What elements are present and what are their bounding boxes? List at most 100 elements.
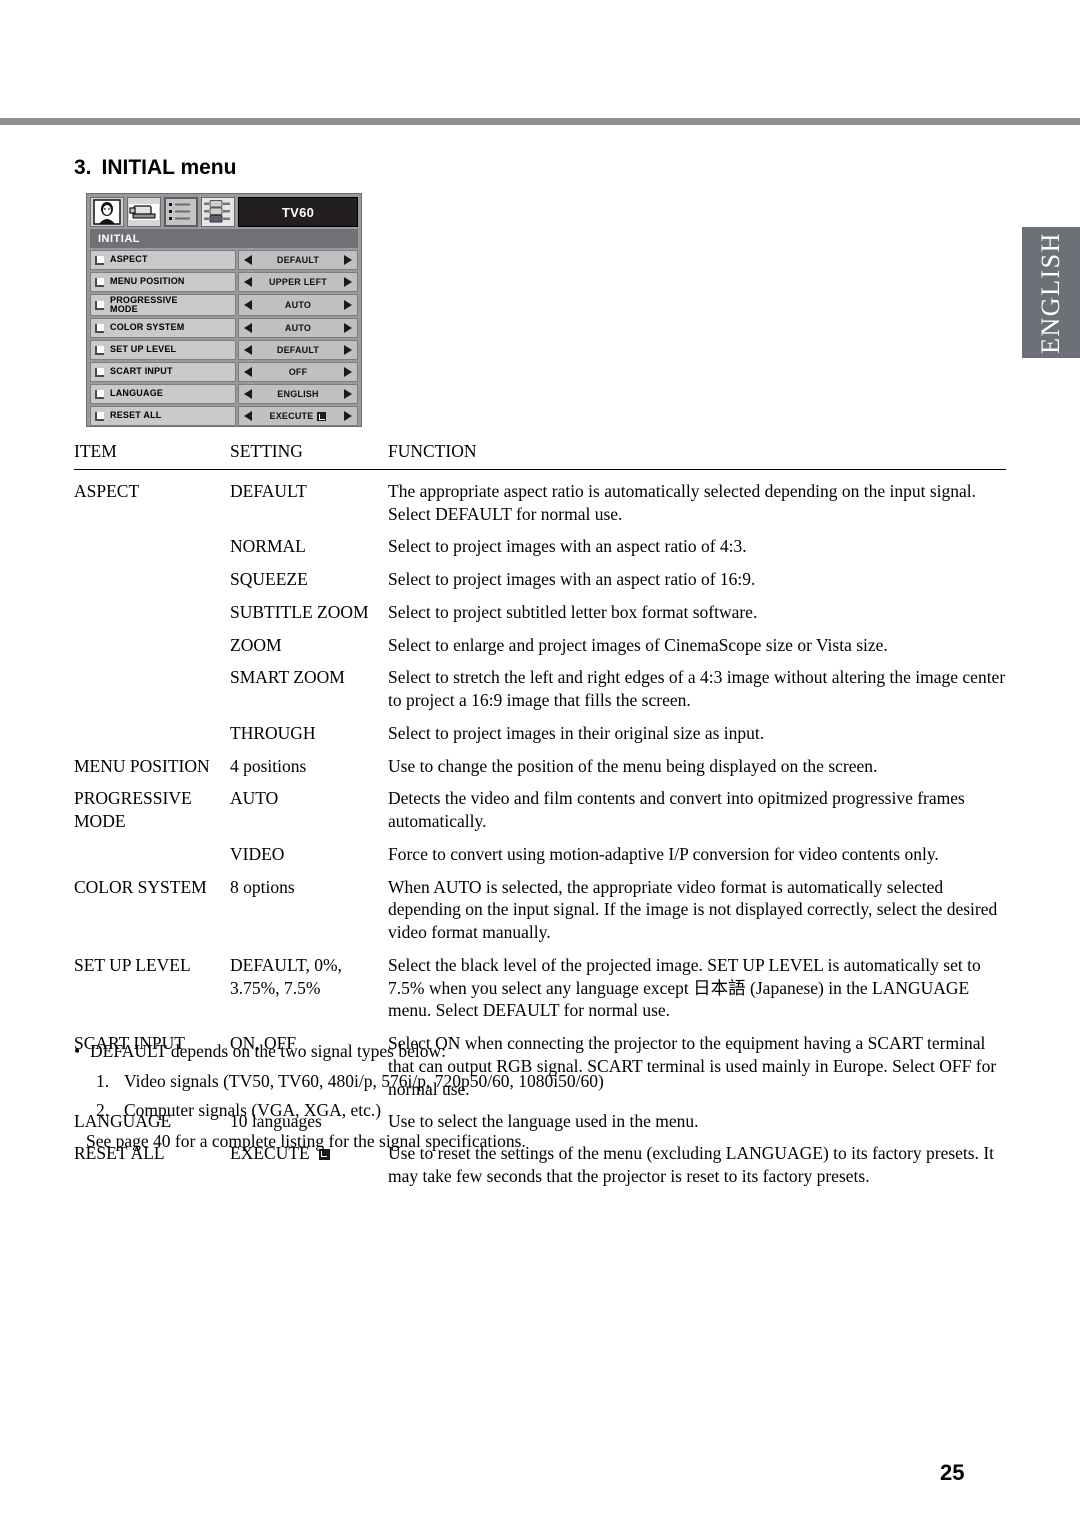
osd-row-value-wrap: EXECUTE — [252, 411, 344, 421]
table-row: SQUEEZE Select to project images with an… — [74, 558, 1006, 591]
menu-bullet-icon — [95, 277, 104, 287]
cell-item — [74, 558, 230, 591]
arrow-right-icon[interactable] — [344, 411, 352, 421]
cell-item — [74, 833, 230, 866]
arrow-right-icon[interactable] — [344, 345, 352, 355]
cell-function: Select the black level of the projected … — [388, 954, 981, 1021]
footnotes: • DEFAULT depends on the two signal type… — [74, 1038, 974, 1154]
osd-row-value-cell[interactable]: ENGLISH — [238, 384, 358, 404]
menu-bullet-icon — [95, 411, 104, 421]
menu-bullet-icon — [95, 300, 104, 310]
cell-function: Select to enlarge and project images of … — [388, 634, 888, 655]
footnote-tail: See page 40 for a complete listing for t… — [86, 1130, 526, 1151]
cell-item — [74, 712, 230, 745]
table-row: NORMAL Select to project images with an … — [74, 525, 1006, 558]
arrow-right-icon[interactable] — [344, 277, 352, 287]
osd-row-value-cell[interactable]: AUTO — [238, 294, 358, 316]
cell-function: Detects the video and film contents and … — [388, 788, 965, 831]
column-header-setting: SETTING — [230, 441, 303, 461]
osd-row-value: UPPER LEFT — [268, 277, 327, 287]
footnote-list: 1. Video signals (TV50, TV60, 480i/p, 57… — [74, 1068, 974, 1123]
table-row: ZOOM Select to enlarge and project image… — [74, 624, 1006, 657]
arrow-right-icon[interactable] — [344, 300, 352, 310]
arrow-left-icon[interactable] — [244, 255, 252, 265]
list-item-number: 1. — [96, 1071, 110, 1092]
picture-icon-glyph — [93, 199, 121, 225]
arrow-right-icon[interactable] — [344, 389, 352, 399]
osd-row-label-cell: RESET ALL — [90, 406, 236, 426]
arrow-right-icon[interactable] — [344, 323, 352, 333]
cell-setting: 8 options — [230, 876, 295, 897]
table-row: SMART ZOOM Select to stretch the left an… — [74, 656, 1006, 712]
footnote-bullet-line: • DEFAULT depends on the two signal type… — [74, 1038, 974, 1064]
arrow-left-icon[interactable] — [244, 345, 252, 355]
footnote-text: DEFAULT depends on the two signal types … — [90, 1041, 446, 1061]
arrow-left-icon[interactable] — [244, 277, 252, 287]
column-header-function: FUNCTION — [388, 441, 477, 461]
section-number: 3. — [74, 156, 92, 179]
table-row: MENU POSITION 4 positions Use to change … — [74, 745, 1006, 778]
table-row: COLOR SYSTEM 8 options When AUTO is sele… — [74, 866, 1006, 944]
cell-function: Select to project images with an aspect … — [388, 536, 747, 557]
osd-signal-label: TV60 — [238, 197, 358, 227]
osd-row-value: DEFAULT — [276, 255, 320, 265]
osd-row[interactable]: PROGRESSIVE MODE AUTO — [90, 294, 358, 316]
cell-setting: SMART ZOOM — [230, 667, 345, 688]
cell-setting: DEFAULT — [230, 480, 307, 501]
cell-function: Select to project images with an aspect … — [388, 569, 756, 589]
menu-bullet-icon — [95, 389, 104, 399]
projector-icon-glyph — [129, 204, 159, 220]
osd-row-label-cell: COLOR SYSTEM — [90, 318, 236, 338]
page-title: 3. INITIAL menu — [74, 156, 236, 180]
osd-row-label-cell: ASPECT — [90, 250, 236, 270]
cell-item — [74, 656, 230, 712]
osd-row-value-cell[interactable]: UPPER LEFT — [238, 272, 358, 292]
cell-setting: NORMAL — [230, 536, 306, 557]
osd-row-label: PROGRESSIVE MODE — [110, 294, 178, 314]
enter-key-icon — [317, 411, 327, 421]
osd-row[interactable]: COLOR SYSTEM AUTO — [90, 318, 358, 338]
table-row: PROGRESSIVE MODE AUTO Detects the video … — [74, 777, 1006, 833]
menu-bullet-icon — [95, 345, 104, 355]
cell-item: ASPECT — [74, 480, 140, 501]
picture-icon — [90, 197, 124, 227]
osd-row-label: RESET ALL — [110, 410, 162, 421]
osd-row-value-cell[interactable]: EXECUTE — [238, 406, 358, 426]
arrow-left-icon[interactable] — [244, 411, 252, 421]
cell-setting: DEFAULT, 0%, 3.75%, 7.5% — [230, 954, 342, 998]
osd-row-value: AUTO — [284, 300, 312, 310]
osd-row-label-cell: MENU POSITION — [90, 272, 236, 292]
osd-row-value-cell[interactable]: DEFAULT — [238, 340, 358, 360]
arrow-right-icon[interactable] — [344, 367, 352, 377]
osd-row[interactable]: MENU POSITION UPPER LEFT — [90, 272, 358, 292]
list-item-text: Computer signals (VGA, XGA, etc.) — [124, 1099, 382, 1120]
arrow-right-icon[interactable] — [344, 255, 352, 265]
arrow-left-icon[interactable] — [244, 323, 252, 333]
osd-row[interactable]: SET UP LEVEL DEFAULT — [90, 340, 358, 360]
arrow-left-icon[interactable] — [244, 300, 252, 310]
list-item-text: Video signals (TV50, TV60, 480i/p, 576i/… — [124, 1071, 604, 1092]
cell-item: COLOR SYSTEM — [74, 876, 207, 897]
arrow-left-icon[interactable] — [244, 389, 252, 399]
osd-row-value: EXECUTE — [269, 411, 314, 421]
osd-row[interactable]: ASPECT DEFAULT — [90, 250, 358, 270]
arrow-left-icon[interactable] — [244, 367, 252, 377]
osd-row[interactable]: RESET ALL EXECUTE — [90, 406, 358, 426]
cell-setting: 4 positions — [230, 755, 307, 776]
table-row: THROUGH Select to project images in thei… — [74, 712, 1006, 745]
signal-connector-icon-glyph — [202, 198, 234, 226]
osd-row-value-cell[interactable]: AUTO — [238, 318, 358, 338]
osd-row-value-cell[interactable]: OFF — [238, 362, 358, 382]
section-title: INITIAL menu — [101, 156, 237, 179]
menu-bullet-icon — [95, 323, 104, 333]
cell-item — [74, 624, 230, 657]
osd-row[interactable]: SCART INPUT OFF — [90, 362, 358, 382]
osd-row-label: MENU POSITION — [110, 276, 185, 287]
table-header-row: ITEM SETTING FUNCTION — [74, 440, 1006, 469]
cell-setting: AUTO — [230, 788, 279, 809]
osd-row-value: ENGLISH — [277, 389, 319, 399]
osd-row-value-cell[interactable]: DEFAULT — [238, 250, 358, 270]
osd-row[interactable]: LANGUAGE ENGLISH — [90, 384, 358, 404]
osd-menu-name: INITIAL — [90, 229, 358, 248]
cell-item: SET UP LEVEL — [74, 954, 191, 975]
